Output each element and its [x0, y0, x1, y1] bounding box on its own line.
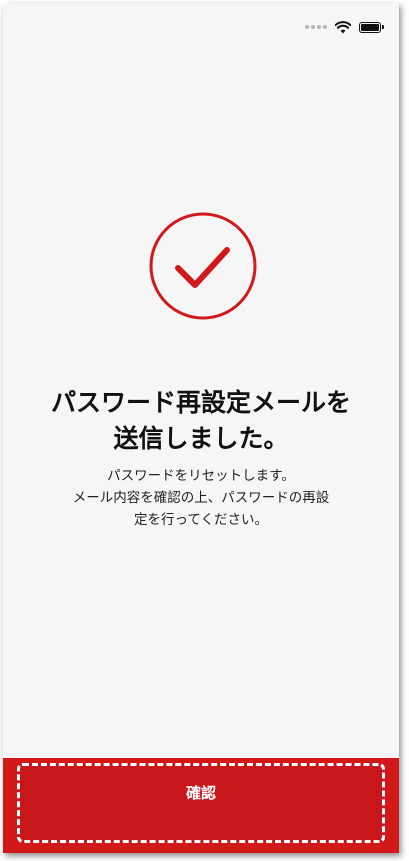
wifi-icon — [335, 20, 351, 33]
title-line-2: 送信しました。 — [113, 424, 289, 453]
app-screen: パスワード再設定メールを 送信しました。 パスワードをリセットします。 メール内… — [3, 3, 399, 853]
check-circle-icon — [149, 212, 257, 320]
signal-icon — [305, 25, 327, 29]
description-line-1: パスワードをリセットします。 — [107, 468, 295, 484]
battery-icon — [359, 21, 384, 33]
description-line-3: 定を行ってください。 — [134, 512, 268, 528]
description-line-2: メール内容を確認の上、パスワードの再設 — [72, 490, 330, 506]
status-bar — [305, 19, 384, 35]
description-text: パスワードをリセットします。 メール内容を確認の上、パスワードの再設 定を行って… — [3, 465, 399, 531]
confirm-button-label: 確認 — [185, 783, 216, 802]
title-line-1: パスワード再設定メールを — [50, 388, 351, 417]
page-title: パスワード再設定メールを 送信しました。 — [3, 385, 399, 457]
confirm-button[interactable]: 確認 — [17, 763, 385, 843]
